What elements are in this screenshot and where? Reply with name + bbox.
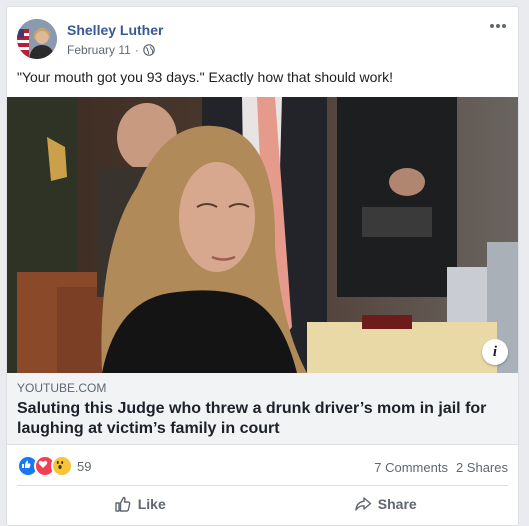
share-label: Share: [377, 496, 417, 512]
share-arrow-icon: [355, 497, 371, 511]
author-avatar[interactable]: [17, 19, 57, 59]
link-preview[interactable]: YOUTUBE.COM Saluting this Judge who thre…: [7, 373, 518, 445]
info-icon[interactable]: i: [482, 339, 508, 365]
more-options-icon[interactable]: [488, 19, 508, 33]
comments-count[interactable]: 7 Comments: [374, 460, 448, 475]
wow-reaction-icon: [51, 455, 73, 477]
like-label: Like: [137, 496, 166, 512]
shares-count[interactable]: 2 Shares: [456, 460, 508, 475]
share-button[interactable]: Share: [263, 486, 509, 522]
post-date[interactable]: February 11: [67, 43, 131, 57]
link-domain: YOUTUBE.COM: [17, 381, 107, 395]
author-name[interactable]: Shelley Luther: [67, 22, 163, 38]
date-separator: ·: [134, 43, 139, 57]
post-stats: 59 7 Comments 2 Shares: [7, 447, 518, 479]
link-thumbnail[interactable]: i: [7, 97, 518, 373]
link-title[interactable]: Saluting this Judge who threw a drunk dr…: [17, 399, 497, 439]
like-button[interactable]: Like: [17, 486, 263, 522]
post-meta: February 11 ·: [67, 43, 155, 57]
post-text: "Your mouth got you 93 days." Exactly ho…: [17, 69, 393, 85]
thumbs-up-icon: [115, 496, 131, 512]
feed-post: Shelley Luther February 11 · "Your mouth…: [6, 6, 519, 526]
post-header: Shelley Luther February 11 ·: [7, 7, 518, 67]
reaction-count: 59: [77, 458, 92, 474]
video-thumbnail-image: [7, 97, 518, 373]
post-actions: Like Share: [17, 485, 508, 522]
avatar-image: [17, 19, 57, 59]
engagement-counts: 7 Comments 2 Shares: [374, 460, 508, 475]
globe-icon[interactable]: [143, 44, 155, 56]
reactions-summary[interactable]: 59: [17, 455, 91, 477]
